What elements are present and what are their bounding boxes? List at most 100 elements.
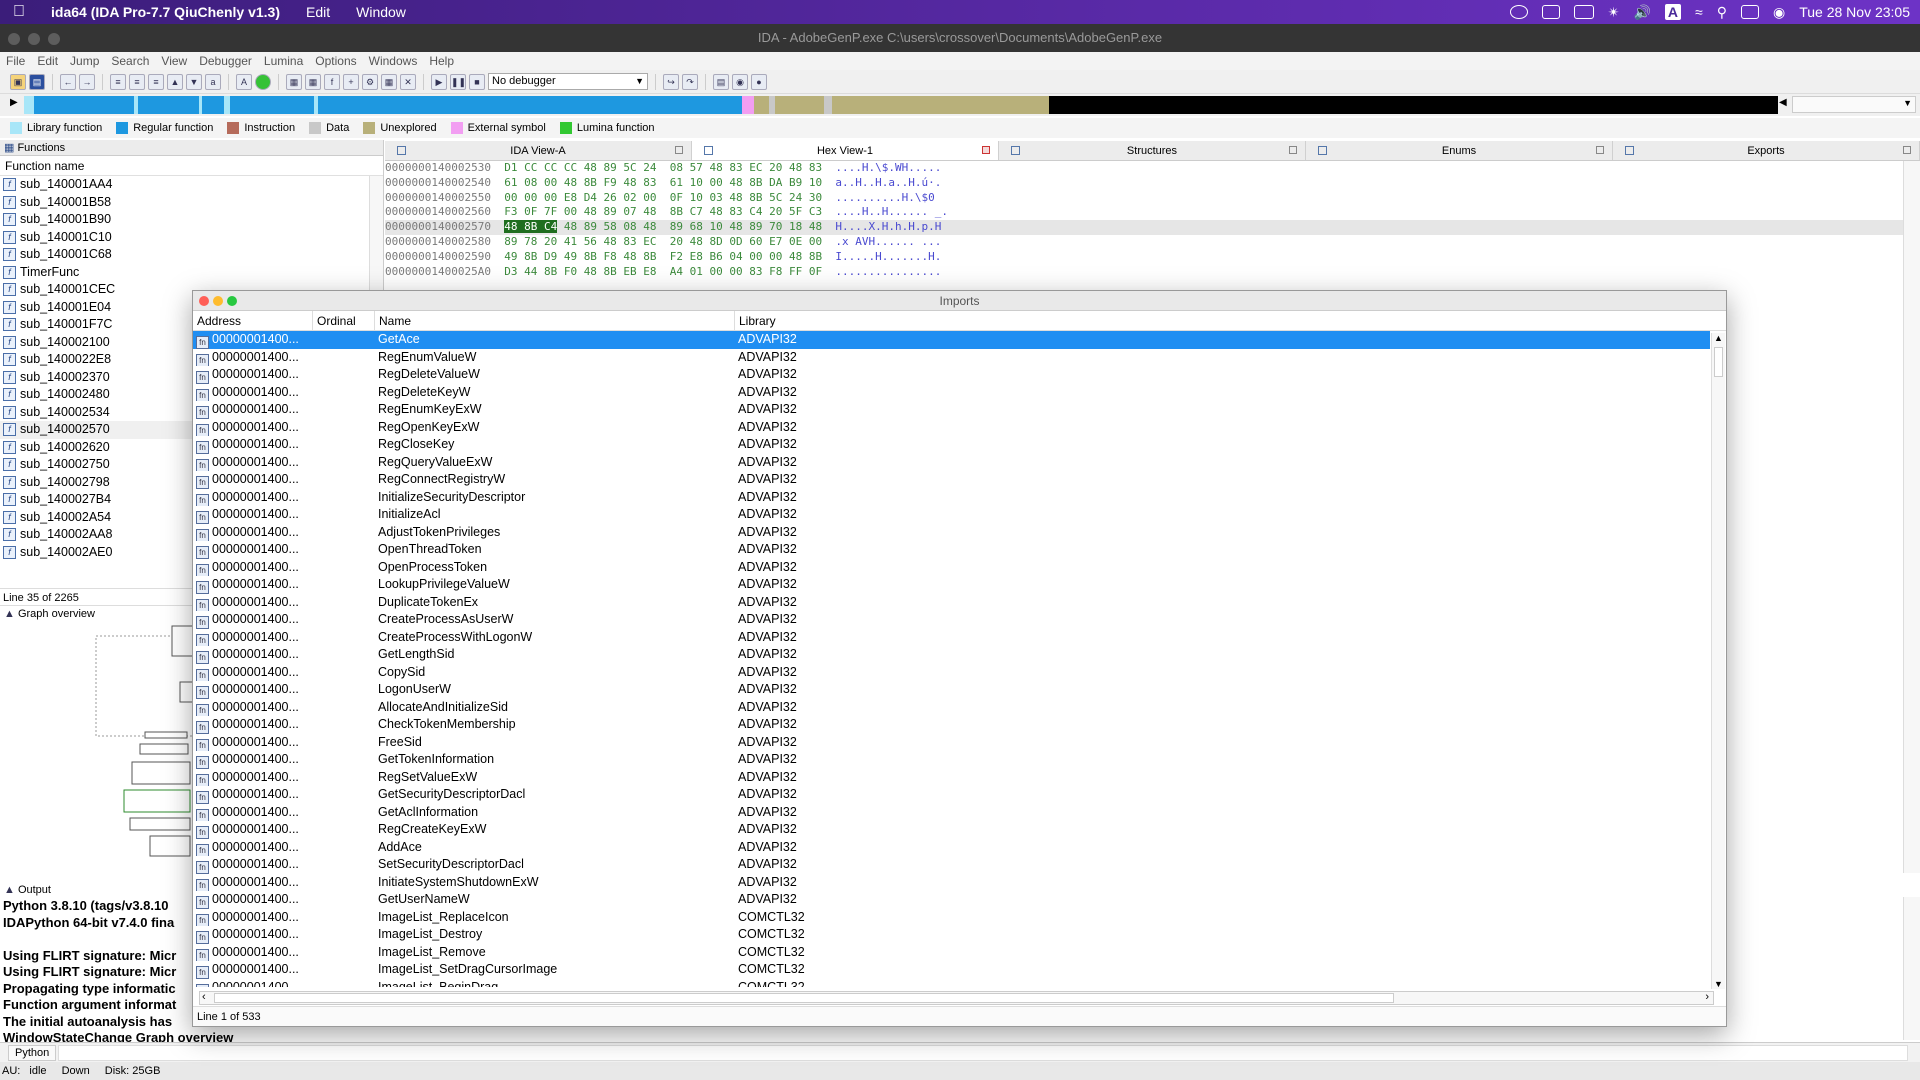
hex-row[interactable]: 00000001400025A0 D3 44 8B F0 48 8B EB E8… (385, 265, 1903, 280)
import-row[interactable]: fn 00000001400... LogonUserW ADVAPI32 (193, 681, 1710, 699)
tracing-icon[interactable]: ▤ (713, 73, 729, 90)
watch-icon[interactable]: ● (751, 73, 767, 90)
import-row[interactable]: fn 00000001400... AddAce ADVAPI32 (193, 839, 1710, 856)
hex-view[interactable]: 0000000140002530 D1 CC CC CC 48 89 5C 24… (385, 161, 1903, 291)
tab-ida-view-a[interactable]: IDA View-A (385, 141, 692, 160)
lumina-green-icon[interactable] (255, 73, 271, 90)
import-row[interactable]: fn 00000001400... CopySid ADVAPI32 (193, 664, 1710, 681)
import-row[interactable]: fn 00000001400... OpenProcessToken ADVAPI32 (193, 559, 1710, 576)
make-array-icon[interactable]: a (205, 73, 221, 90)
column-ordinal[interactable]: Ordinal (313, 311, 375, 330)
menu-edit[interactable]: Edit (31, 54, 64, 68)
scroll-up-icon[interactable]: ▲ (1714, 333, 1723, 343)
play-icon[interactable]: ▶ (431, 73, 447, 90)
stop-icon[interactable]: ■ (469, 73, 485, 90)
menu-jump[interactable]: Jump (64, 54, 105, 68)
import-row[interactable]: fn 00000001400... LookupPrivilegeValueW ADV… (193, 576, 1710, 594)
window-minimize-button[interactable] (28, 33, 40, 45)
import-row[interactable]: fn 00000001400... GetTokenInformation ADVAP… (193, 751, 1710, 769)
import-row[interactable]: fn 00000001400... InitializeSecurityDescri… (193, 489, 1710, 506)
attach-icon[interactable]: ↪ (663, 73, 679, 90)
import-row[interactable]: fn 00000001400... GetUserNameW ADVAPI32 (193, 891, 1710, 909)
breakpoints-icon[interactable]: ◉ (732, 73, 748, 90)
navigation-strip[interactable] (24, 96, 1778, 114)
import-row[interactable]: fn 00000001400... ImageList_Remove COMCTL32 (193, 944, 1710, 961)
import-row[interactable]: fn00000001400... ImageList_BeginDrag COMCT… (193, 979, 1710, 987)
functions-icon[interactable]: f (324, 73, 340, 90)
tab-enums[interactable]: Enums (1306, 141, 1613, 160)
function-row[interactable]: f sub_140001C68 (0, 246, 383, 264)
tab-close-icon[interactable] (675, 146, 683, 154)
menu-search[interactable]: Search (105, 54, 155, 68)
scroll-down-icon[interactable]: ▼ (1714, 979, 1723, 989)
tab-exports[interactable]: Exports (1613, 141, 1920, 160)
menu-lumina[interactable]: Lumina (258, 54, 309, 68)
import-row[interactable]: fn 00000001400... GetLengthSid ADVAPI32 (193, 646, 1710, 664)
import-row[interactable]: fn 00000001400... InitiateSystemShutdownEx… (193, 874, 1710, 891)
tab-hex-view-1[interactable]: Hex View-1 (692, 141, 999, 160)
wifi-off-icon[interactable]: ≈ (1695, 4, 1703, 20)
delete-icon[interactable]: ✕ (400, 73, 416, 90)
import-row[interactable]: fn 00000001400... AllocateAndInitializeSid… (193, 699, 1710, 716)
window-close-button[interactable] (8, 33, 20, 45)
column-name[interactable]: Name (375, 311, 735, 330)
volume-icon[interactable]: 🔊 (1633, 4, 1650, 21)
function-row[interactable]: f sub_140001B90 (0, 211, 383, 229)
import-row[interactable]: fn 00000001400... DuplicateTokenEx ADVAPI32 (193, 594, 1710, 611)
make-code-icon[interactable]: ▲ (167, 73, 183, 90)
keyboard-icon[interactable] (1741, 5, 1759, 19)
scroll-right-icon[interactable]: › (1705, 991, 1709, 1003)
import-row[interactable]: fn 00000001400... RegDeleteValueW ADVAPI32 (193, 366, 1710, 384)
import-row[interactable]: fn 00000001400... RegCloseKey ADVAPI32 (193, 436, 1710, 454)
functions-column-header[interactable]: Function name (0, 156, 383, 176)
hex-row[interactable]: 0000000140002570 48 8B C4 48 89 58 08 48… (385, 220, 1903, 235)
display-icon[interactable] (1573, 5, 1594, 19)
hex-row[interactable]: 0000000140002590 49 8B D9 49 8B F8 48 8B… (385, 250, 1903, 265)
hex-row[interactable]: 0000000140002540 61 08 00 48 8B F9 48 83… (385, 176, 1903, 191)
tab-structures[interactable]: Structures (999, 141, 1306, 160)
bluetooth-icon[interactable]: ✴ (1608, 4, 1620, 21)
scroll-thumb[interactable] (1714, 347, 1723, 377)
binary-icon[interactable]: ≡ (110, 73, 126, 90)
chart-icon[interactable]: ▦ (381, 73, 397, 90)
tab-close-icon[interactable] (1596, 146, 1604, 154)
nav-zoom-select[interactable]: ▼ (1792, 96, 1916, 113)
import-row[interactable]: fn 00000001400... RegCreateKeyExW ADVAPI32 (193, 821, 1710, 839)
import-row[interactable]: fn 00000001400... CreateProcessWithLogonW A… (193, 629, 1710, 646)
python-command-input[interactable] (58, 1045, 1908, 1061)
menubar-clock[interactable]: Tue 28 Nov 23:05 (1799, 4, 1910, 20)
screen-mirror-icon[interactable] (1541, 5, 1560, 19)
import-row[interactable]: fn 00000001400... RegEnumValueW ADVAPI32 (193, 349, 1710, 366)
menu-debugger[interactable]: Debugger (193, 54, 258, 68)
imports-horizontal-scrollbar[interactable]: ‹ › (199, 991, 1714, 1005)
nav-left-arrow-icon[interactable]: ▶ (10, 97, 18, 108)
menu-options[interactable]: Options (309, 54, 362, 68)
open-file-icon[interactable]: ▣ (10, 73, 26, 90)
hex-row[interactable]: 0000000140002560 F3 0F 7F 00 48 89 07 48… (385, 205, 1903, 220)
tab-close-icon[interactable] (1903, 146, 1911, 154)
back-icon[interactable]: ← (60, 73, 76, 90)
apple-icon[interactable]:  (0, 3, 38, 21)
text-search-icon[interactable]: ≡ (129, 73, 145, 90)
import-row[interactable]: fn 00000001400... RegDeleteKeyW ADVAPI32 (193, 384, 1710, 401)
import-row[interactable]: fn 00000001400... GetAclInformation ADVAPI3… (193, 804, 1710, 821)
import-row[interactable]: fn 00000001400... FreeSid ADVAPI32 (193, 734, 1710, 751)
hex-row[interactable]: 0000000140002550 00 00 00 E8 D4 26 02 00… (385, 191, 1903, 206)
python-tab[interactable]: Python (8, 1045, 57, 1061)
pause-icon[interactable]: ❚❚ (450, 73, 466, 90)
import-row[interactable]: fn 00000001400... ImageList_ReplaceIcon COM… (193, 909, 1710, 926)
hscroll-thumb[interactable] (214, 993, 1394, 1003)
menu-view[interactable]: View (155, 54, 193, 68)
input-source-icon[interactable]: A (1664, 4, 1682, 20)
graph-view-icon[interactable]: A (236, 73, 252, 90)
make-data-icon[interactable]: ▼ (186, 73, 202, 90)
menu-windows[interactable]: Windows (363, 54, 424, 68)
scroll-left-icon[interactable]: ‹ (202, 991, 206, 1003)
imports-close-button[interactable] (199, 296, 209, 306)
plus-icon[interactable]: + (343, 73, 359, 90)
imports-zoom-button[interactable] (227, 296, 237, 306)
import-row[interactable]: fn 00000001400... ImageList_Destroy COMCTL3… (193, 926, 1710, 944)
function-row[interactable]: f sub_140001C10 (0, 229, 383, 247)
spotlight-search-icon[interactable]: ⚲ (1717, 4, 1727, 21)
forward-icon[interactable]: → (79, 73, 95, 90)
